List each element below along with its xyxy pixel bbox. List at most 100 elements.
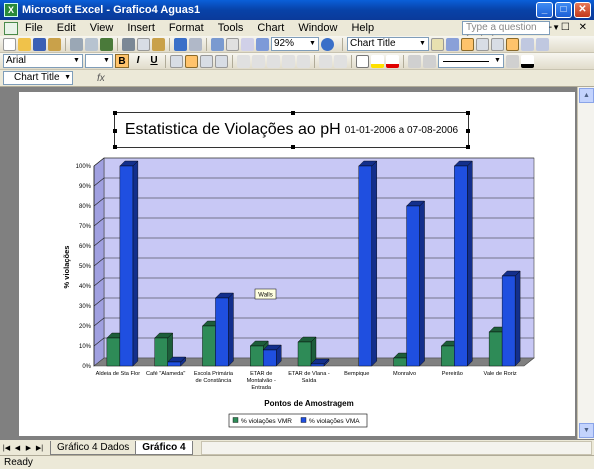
copy-icon[interactable] xyxy=(137,37,150,51)
maximize-button[interactable]: □ xyxy=(555,2,572,18)
font-size-select[interactable]: ▼ xyxy=(85,54,113,68)
data-table-icon[interactable] xyxy=(476,37,489,51)
chart-area[interactable]: Estatistica de Violações ao pH 01-01-200… xyxy=(19,92,575,436)
draw-line-icon[interactable] xyxy=(408,54,421,68)
permission-icon[interactable] xyxy=(48,37,61,51)
print-icon[interactable] xyxy=(70,37,83,51)
by-row-icon[interactable] xyxy=(491,37,504,51)
tab-grafico-4-dados[interactable]: Gráfico 4 Dados xyxy=(50,440,137,455)
align-center-icon[interactable] xyxy=(185,54,198,68)
menu-edit[interactable]: Edit xyxy=(50,22,83,34)
merge-center-icon[interactable] xyxy=(215,54,228,68)
menu-format[interactable]: Format xyxy=(162,22,211,34)
tab-grafico-4[interactable]: Gráfico 4 xyxy=(135,440,193,455)
redo-icon[interactable] xyxy=(189,37,202,51)
bar xyxy=(297,341,312,367)
bar-side xyxy=(419,200,425,367)
help-icon[interactable] xyxy=(321,37,334,51)
font-color-icon[interactable] xyxy=(386,54,399,68)
bold-button[interactable]: B xyxy=(115,54,129,68)
prev-sheet-icon[interactable]: ◀ xyxy=(13,444,22,452)
first-sheet-icon[interactable]: |◀ xyxy=(2,444,11,452)
menu-tools[interactable]: Tools xyxy=(211,22,251,34)
bar xyxy=(310,363,325,367)
legend-icon[interactable] xyxy=(461,37,474,51)
menu-view[interactable]: View xyxy=(83,22,121,34)
y-tick-label: 90% xyxy=(79,184,92,190)
decrease-indent-icon[interactable] xyxy=(319,54,332,68)
fill-color-icon[interactable] xyxy=(371,54,384,68)
chart-objects-select[interactable]: Chart Title ▼ xyxy=(347,37,429,51)
fx-icon[interactable]: fx xyxy=(97,73,105,84)
chart-type-icon[interactable] xyxy=(446,37,459,51)
name-box[interactable]: Chart Title ▼ xyxy=(3,71,73,85)
autosum-icon[interactable] xyxy=(226,37,239,51)
increase-indent-icon[interactable] xyxy=(334,54,347,68)
chart-wizard-icon[interactable] xyxy=(256,37,269,51)
zoom-select[interactable]: 92% ▼ xyxy=(271,37,319,51)
workbook-icon[interactable] xyxy=(4,21,18,35)
y-tick-label: 10% xyxy=(79,344,92,350)
italic-button[interactable]: I xyxy=(131,54,145,68)
chevron-down-icon: ▼ xyxy=(309,40,316,47)
chart-objects-value: Chart Title xyxy=(350,38,396,49)
minimize-button[interactable]: _ xyxy=(536,2,553,18)
sort-icon[interactable] xyxy=(241,37,254,51)
horizontal-scrollbar[interactable] xyxy=(200,440,592,455)
format-chart-title-icon[interactable] xyxy=(431,37,444,51)
scroll-down-icon[interactable]: ▼ xyxy=(579,423,594,438)
currency-icon[interactable] xyxy=(237,54,250,68)
line-weight-icon[interactable] xyxy=(506,54,519,68)
undo-icon[interactable] xyxy=(174,37,187,51)
last-sheet-icon[interactable]: ▶| xyxy=(35,444,44,452)
vertical-scrollbar[interactable]: ▲ ▼ xyxy=(577,87,594,439)
menu-chart[interactable]: Chart xyxy=(250,22,291,34)
document-window-controls[interactable]: - ☐ ✕ xyxy=(549,22,590,33)
cut-icon[interactable] xyxy=(122,37,135,51)
bar xyxy=(454,165,468,367)
chevron-down-icon: ▼ xyxy=(73,57,80,64)
open-icon[interactable] xyxy=(18,37,31,51)
line-style-select[interactable]: ▼ xyxy=(438,54,504,68)
scroll-up-icon[interactable]: ▲ xyxy=(579,88,594,103)
y-tick-label: 20% xyxy=(79,324,92,330)
angle-text-up-icon[interactable] xyxy=(536,37,549,51)
x-tick-label: Entrada xyxy=(251,385,271,391)
name-box-value: Chart Title xyxy=(14,72,60,83)
line-style-icon[interactable] xyxy=(423,54,436,68)
help-search-input[interactable]: Type a question for help xyxy=(462,21,550,45)
bar-chart[interactable]: 0% 10% 20% 30% 40% 50% 60% 70% 80% 90% 100% Aldeia … xyxy=(19,92,575,436)
menu-insert[interactable]: Insert xyxy=(120,22,162,34)
chevron-down-icon: ▼ xyxy=(64,74,71,81)
save-icon[interactable] xyxy=(33,37,46,51)
pen-color-icon[interactable] xyxy=(521,54,534,68)
paste-icon[interactable] xyxy=(152,37,165,51)
increase-decimal-icon[interactable] xyxy=(282,54,295,68)
new-icon[interactable] xyxy=(3,37,16,51)
menu-file[interactable]: File xyxy=(18,22,50,34)
legend-label: % violações VMA xyxy=(309,418,360,425)
font-name-select[interactable]: Arial ▼ xyxy=(3,54,83,68)
bar-side xyxy=(467,160,473,367)
align-right-icon[interactable] xyxy=(200,54,213,68)
print-preview-icon[interactable] xyxy=(85,37,98,51)
bar-side xyxy=(371,160,377,367)
borders-icon[interactable] xyxy=(356,54,369,68)
hyperlink-icon[interactable] xyxy=(211,37,224,51)
comma-icon[interactable] xyxy=(267,54,280,68)
menu-window[interactable]: Window xyxy=(291,22,344,34)
menu-help[interactable]: Help xyxy=(344,22,381,34)
decrease-decimal-icon[interactable] xyxy=(297,54,310,68)
bar xyxy=(358,165,372,367)
angle-text-down-icon[interactable] xyxy=(521,37,534,51)
percent-icon[interactable] xyxy=(252,54,265,68)
next-sheet-icon[interactable]: ▶ xyxy=(24,444,33,452)
spelling-icon[interactable] xyxy=(100,37,113,51)
menu-bar: File Edit View Insert Format Tools Chart… xyxy=(0,20,594,45)
bar xyxy=(154,337,168,367)
close-button[interactable]: ✕ xyxy=(574,2,591,18)
standard-toolbar: 92% ▼ Chart Title ▼ xyxy=(0,36,594,53)
by-column-icon[interactable] xyxy=(506,37,519,51)
align-left-icon[interactable] xyxy=(170,54,183,68)
underline-button[interactable]: U xyxy=(147,54,161,68)
